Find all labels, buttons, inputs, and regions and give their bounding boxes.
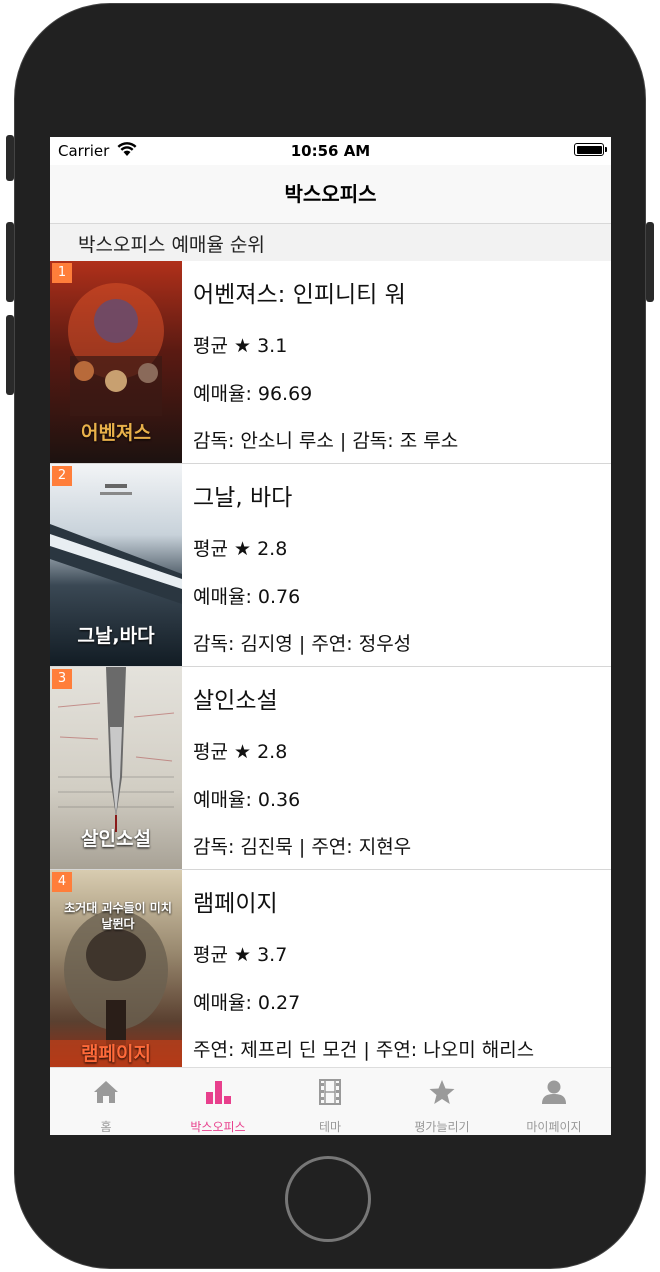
rank-badge: 4 xyxy=(52,872,72,892)
movie-reservation-rate: 예매율: 0.36 xyxy=(193,789,301,811)
navigation-bar: 박스오피스 xyxy=(50,165,611,224)
movie-rating: 평균 ★ 2.8 xyxy=(193,741,288,763)
tab-label: 홈 xyxy=(100,1120,112,1134)
movie-credits: 주연: 제프리 딘 모건 | 주연: 나오미 해리스 xyxy=(193,1039,535,1061)
poster-title: 램페이지 xyxy=(81,1043,151,1065)
page-title: 박스오피스 xyxy=(284,182,377,206)
movie-reservation-rate: 예매율: 0.27 xyxy=(193,992,301,1014)
movie-credits: 감독: 안소니 루소 | 감독: 조 루소 xyxy=(193,430,459,452)
clock: 10:56 AM xyxy=(290,142,371,160)
battery-icon xyxy=(574,143,607,156)
movie-poster: 초거대 괴수들이 미치 날뛴다 램페이지 4 xyxy=(50,870,182,1072)
tab-label: 마이페이지 xyxy=(526,1120,582,1134)
app-screen: Carrier 10:56 AM 박스오피스 박스오피스 예매율 순위 어벤져스… xyxy=(50,137,611,1135)
movie-poster: 그날,바다 2 xyxy=(50,464,182,666)
power-button xyxy=(646,222,654,302)
tab-boxoffice[interactable]: 박스오피스 xyxy=(162,1068,274,1135)
movie-credits: 감독: 김지영 | 주연: 정우성 xyxy=(193,633,412,655)
section-header: 박스오피스 예매율 순위 xyxy=(50,224,611,261)
movie-poster: 살인소설 3 xyxy=(50,667,182,869)
film-icon xyxy=(316,1078,344,1106)
movie-title: 램페이지 xyxy=(193,891,278,917)
movie-row[interactable]: 살인소설 3 살인소설 평균 ★ 2.8 예매율: 0.36 감독: 김진묵 |… xyxy=(50,667,611,870)
movie-rating: 평균 ★ 3.7 xyxy=(193,944,288,966)
poster-title: 그날,바다 xyxy=(77,625,155,647)
tab-label: 박스오피스 xyxy=(190,1120,246,1134)
rank-badge: 2 xyxy=(52,466,72,486)
rank-badge: 1 xyxy=(52,263,72,283)
poster-title: 살인소설 xyxy=(81,828,151,850)
movie-credits: 감독: 김진묵 | 주연: 지현우 xyxy=(193,836,412,858)
section-header-label: 박스오피스 예매율 순위 xyxy=(78,234,265,256)
poster-title: 어벤져스 xyxy=(81,422,151,444)
home-icon xyxy=(92,1078,120,1106)
movie-row[interactable]: 어벤져스 1 어벤져스: 인피니티 워 평균 ★ 3.1 예매율: 96.69 … xyxy=(50,261,611,464)
movie-poster: 어벤져스 1 xyxy=(50,261,182,463)
home-button[interactable] xyxy=(285,1156,371,1242)
movie-row[interactable]: 그날,바다 2 그날, 바다 평균 ★ 2.8 예매율: 0.76 감독: 김지… xyxy=(50,464,611,667)
person-icon xyxy=(540,1078,568,1106)
tab-rating[interactable]: 평가늘리기 xyxy=(386,1068,498,1135)
star-icon xyxy=(428,1078,456,1106)
side-button xyxy=(6,135,14,181)
tab-theme[interactable]: 테마 xyxy=(274,1068,386,1135)
bar-chart-icon xyxy=(204,1078,232,1106)
tab-label: 테마 xyxy=(318,1120,342,1134)
tab-bar: 홈 박스오피스 테마 평가늘리기 마이페이지 xyxy=(50,1067,611,1135)
tab-mypage[interactable]: 마이페이지 xyxy=(498,1068,610,1135)
poster-tagline: 초거대 괴수들이 미치 날뛴다 xyxy=(64,901,172,931)
rank-badge: 3 xyxy=(52,669,72,689)
movie-rating: 평균 ★ 2.8 xyxy=(193,538,288,560)
tab-label: 평가늘리기 xyxy=(414,1120,470,1134)
movie-row[interactable]: 초거대 괴수들이 미치 날뛴다 램페이지 4 램페이지 평균 ★ 3.7 예매율… xyxy=(50,870,611,1073)
movie-rating: 평균 ★ 3.1 xyxy=(193,335,288,357)
volume-down-button xyxy=(6,315,14,395)
movie-reservation-rate: 예매율: 0.76 xyxy=(193,586,301,608)
movie-reservation-rate: 예매율: 96.69 xyxy=(193,383,313,405)
movie-title: 어벤져스: 인피니티 워 xyxy=(193,282,406,308)
movie-title: 살인소설 xyxy=(193,688,278,714)
tab-home[interactable]: 홈 xyxy=(50,1068,162,1135)
status-bar: Carrier 10:56 AM xyxy=(50,137,611,165)
movie-title: 그날, 바다 xyxy=(193,485,293,511)
volume-up-button xyxy=(6,222,14,302)
